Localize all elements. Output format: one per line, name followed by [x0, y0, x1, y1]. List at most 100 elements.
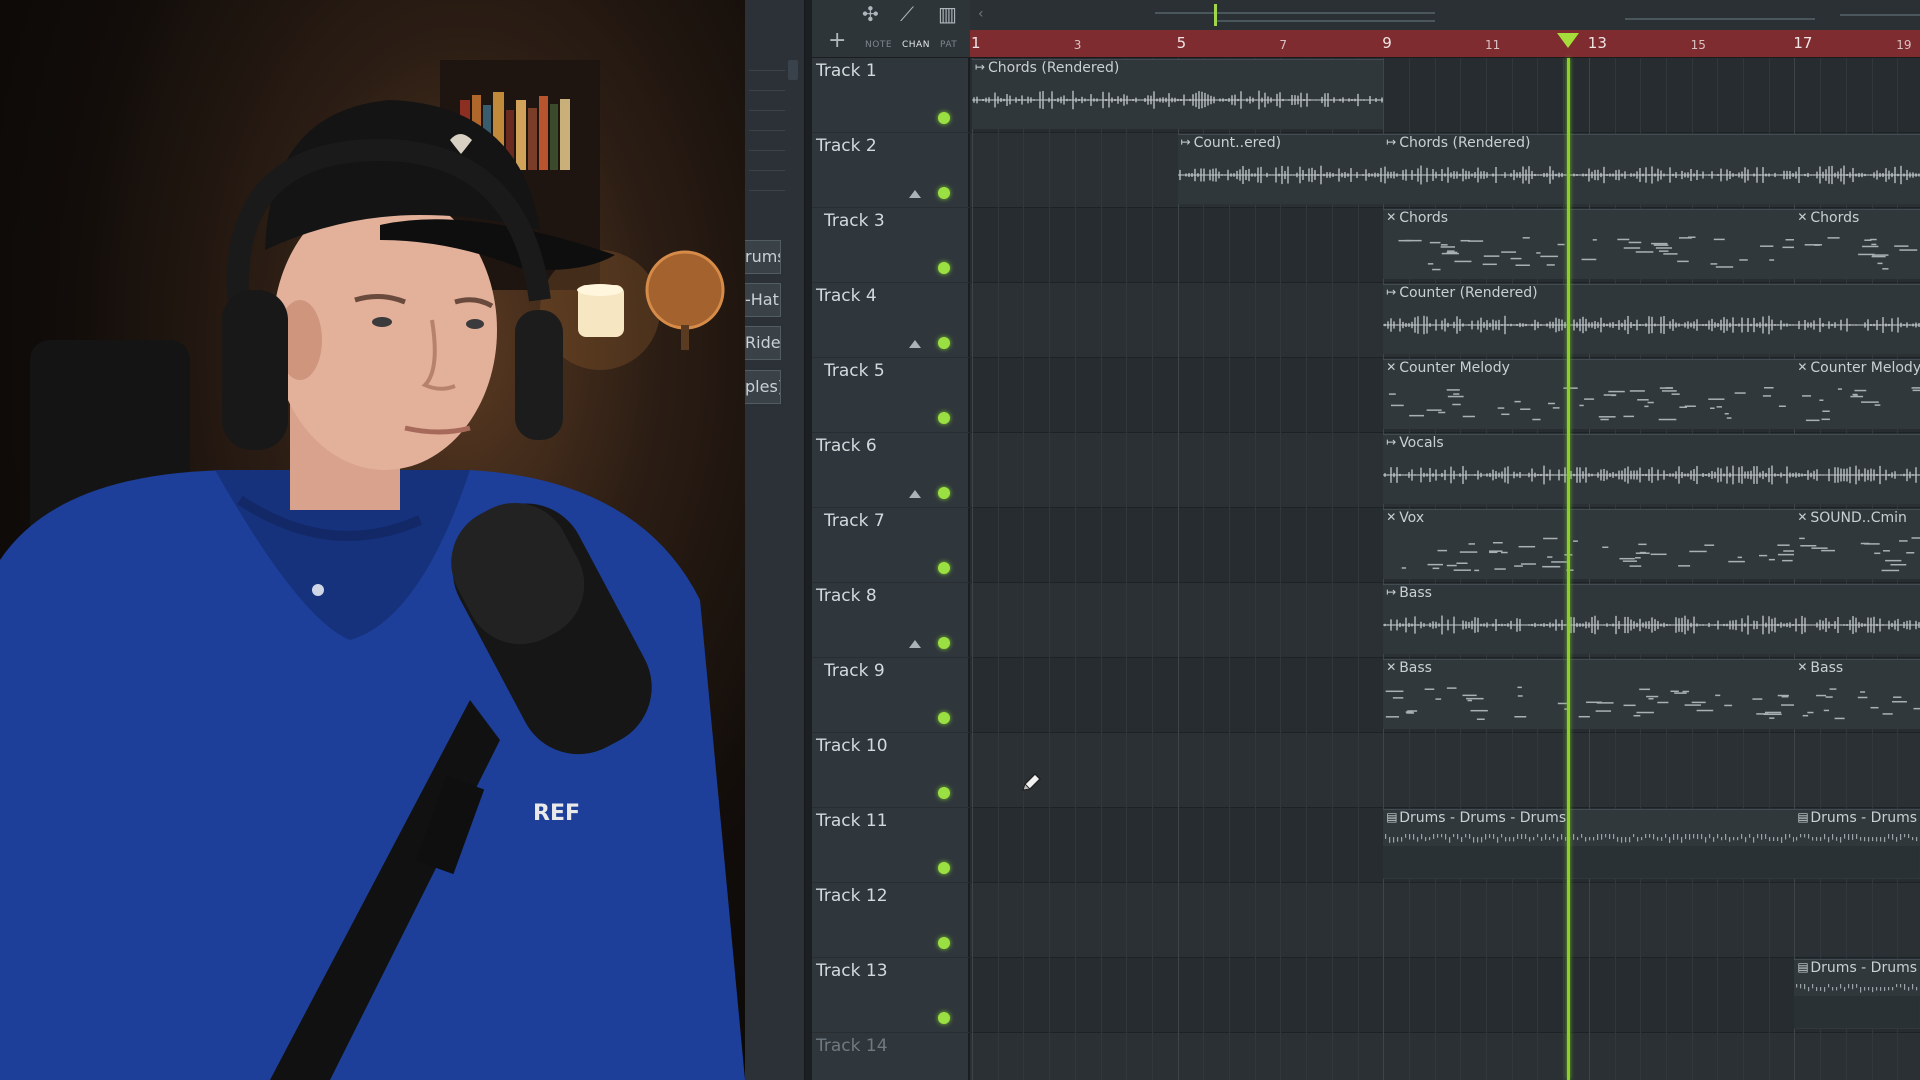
- hoodie-text: REF: [533, 801, 580, 826]
- track-mute-led[interactable]: [938, 262, 950, 274]
- track-mute-led[interactable]: [938, 937, 950, 949]
- track-lane[interactable]: [970, 733, 1920, 808]
- track-name: Track 2: [816, 136, 877, 156]
- automation-tool-icon[interactable]: ⟋: [900, 2, 914, 26]
- ruler-bar-1[interactable]: 1: [971, 34, 981, 52]
- note-preview: [1802, 387, 1920, 422]
- track-mute-led[interactable]: [938, 637, 950, 649]
- ruler-bar-5[interactable]: 5: [1177, 34, 1187, 52]
- track-header[interactable]: Track 4: [812, 283, 970, 358]
- playlist-clip[interactable]: ↦ Vocals: [1383, 434, 1920, 504]
- track-header[interactable]: Track 1: [812, 58, 970, 133]
- clip-label: ▤Drums - Drums - Drums: [1386, 810, 1567, 826]
- playlist-clip[interactable]: ✕ Counter Melody: [1794, 359, 1920, 429]
- ruler-bar-13[interactable]: 13: [1588, 34, 1607, 52]
- track-mute-led[interactable]: [938, 712, 950, 724]
- track-mute-led[interactable]: [938, 187, 950, 199]
- collapse-arrow-icon[interactable]: [909, 340, 921, 348]
- track-header[interactable]: Track 7: [812, 508, 970, 583]
- track-name: Track 3: [824, 211, 885, 231]
- track-header[interactable]: Track 8: [812, 583, 970, 658]
- playlist-clip[interactable]: ↦ Chords (Rendered): [1383, 134, 1920, 204]
- track-mute-led[interactable]: [938, 412, 950, 424]
- track-header[interactable]: Track 3: [812, 208, 970, 283]
- track-lane[interactable]: [970, 958, 1920, 1033]
- track-name: Track 1: [816, 61, 877, 81]
- pat-tool-label[interactable]: PAT: [940, 40, 957, 50]
- track-mute-led[interactable]: [938, 337, 950, 349]
- track-mute-led[interactable]: [938, 562, 950, 574]
- playlist-clip[interactable]: ▤Drums - Drums - Drums: [1383, 809, 1795, 879]
- waveform-tool-icon[interactable]: ✣: [862, 2, 879, 26]
- track-header[interactable]: Track 2: [812, 133, 970, 208]
- playlist-clip[interactable]: ↦ Count..ered): [1177, 134, 1384, 204]
- playlist-clip[interactable]: ✕ Bass: [1794, 659, 1920, 729]
- playlist-clip[interactable]: ✕ SOUND..Cmin: [1794, 509, 1920, 579]
- grid-line: [1280, 58, 1282, 1080]
- browser-item-hihat[interactable]: -Hat: [745, 283, 781, 317]
- track-mute-led[interactable]: [938, 487, 950, 499]
- clip-label: ↦ Vocals: [1386, 435, 1444, 451]
- piano-tool-icon[interactable]: ▥: [938, 2, 957, 26]
- clip-label: ✕ Bass: [1386, 660, 1432, 676]
- playlist-clip[interactable]: ▤Drums - Drums - Ride: [1794, 959, 1920, 1029]
- collapse-arrow-icon[interactable]: [909, 640, 921, 648]
- chan-tool-label[interactable]: CHAN: [902, 40, 930, 50]
- ruler-bar-3[interactable]: 3: [1074, 38, 1082, 52]
- clip-label: ↦ Count..ered): [1180, 135, 1282, 151]
- playhead-marker[interactable]: [1557, 33, 1580, 48]
- track-mute-led[interactable]: [938, 862, 950, 874]
- browser-panel: rums -Hat Ride ples): [745, 0, 805, 1080]
- ruler-bar-11[interactable]: 11: [1485, 38, 1500, 52]
- playlist-grid[interactable]: ↦ Chords (Rendered) ↦ Count..ered) ↦ Chords (…: [970, 58, 1920, 1080]
- note-preview: [1385, 686, 1795, 720]
- ruler-bar-9[interactable]: 9: [1382, 34, 1392, 52]
- track-header[interactable]: Track 14: [812, 1033, 970, 1080]
- track-header[interactable]: Track 9: [812, 658, 970, 733]
- track-header[interactable]: Track 11: [812, 808, 970, 883]
- track-mute-led[interactable]: [938, 112, 950, 124]
- track-lane[interactable]: [970, 883, 1920, 958]
- playlist-clip[interactable]: ✕ Vox: [1383, 509, 1795, 579]
- track-lane[interactable]: [970, 1033, 1920, 1080]
- grid-line: [972, 58, 973, 1080]
- browser-item-drums[interactable]: rums: [745, 240, 781, 274]
- ruler-bar-19[interactable]: 19: [1896, 38, 1911, 52]
- playlist-clip[interactable]: ↦ Chords (Rendered): [972, 59, 1384, 129]
- ruler-bar-17[interactable]: 17: [1793, 34, 1812, 52]
- playlist-toolbar: + ✣ ⟋ ▥ NOTE CHAN PAT: [812, 0, 970, 58]
- playlist-overview[interactable]: ‹: [970, 0, 1920, 30]
- browser-scrollbar[interactable]: [788, 60, 798, 80]
- close-icon: ✕: [1797, 510, 1808, 524]
- grid-line: [1151, 58, 1153, 1080]
- note-preview: [1389, 387, 1787, 421]
- scroll-left-icon[interactable]: ‹: [978, 6, 984, 22]
- ruler-bar-15[interactable]: 15: [1691, 38, 1706, 52]
- playlist-clip[interactable]: ✕ Bass: [1383, 659, 1795, 729]
- track-mute-led[interactable]: [938, 787, 950, 799]
- collapse-arrow-icon[interactable]: [909, 190, 921, 198]
- close-icon: ✕: [1797, 210, 1808, 224]
- browser-item-samples[interactable]: ples): [745, 370, 781, 404]
- track-header[interactable]: Track 6: [812, 433, 970, 508]
- track-header[interactable]: Track 12: [812, 883, 970, 958]
- clip-label: ▤Drums - Drums - Drums: [1797, 810, 1920, 826]
- track-mute-led[interactable]: [938, 1012, 950, 1024]
- track-header[interactable]: Track 5: [812, 358, 970, 433]
- collapse-arrow-icon[interactable]: [909, 490, 921, 498]
- close-icon: ✕: [1797, 660, 1808, 674]
- plus-icon[interactable]: +: [828, 28, 846, 53]
- playlist-clip[interactable]: ↦ Bass: [1383, 584, 1920, 654]
- playlist-clip[interactable]: ✕ Chords: [1794, 209, 1920, 279]
- timeline-ruler[interactable]: 135791113151719212325272931333537: [970, 30, 1920, 58]
- note-tool-label[interactable]: NOTE: [865, 40, 892, 50]
- track-header[interactable]: Track 13: [812, 958, 970, 1033]
- playlist-clip[interactable]: ↦ Counter (Rendered): [1383, 284, 1920, 354]
- clip-label: ✕ Bass: [1797, 660, 1844, 676]
- browser-item-ride[interactable]: Ride: [745, 326, 781, 360]
- ruler-bar-7[interactable]: 7: [1279, 38, 1287, 52]
- playlist-clip[interactable]: ✕ Counter Melody: [1383, 359, 1795, 429]
- playlist-clip[interactable]: ▤Drums - Drums - Drums: [1794, 809, 1920, 879]
- track-header[interactable]: Track 10: [812, 733, 970, 808]
- playlist-clip[interactable]: ✕ Chords: [1383, 209, 1795, 279]
